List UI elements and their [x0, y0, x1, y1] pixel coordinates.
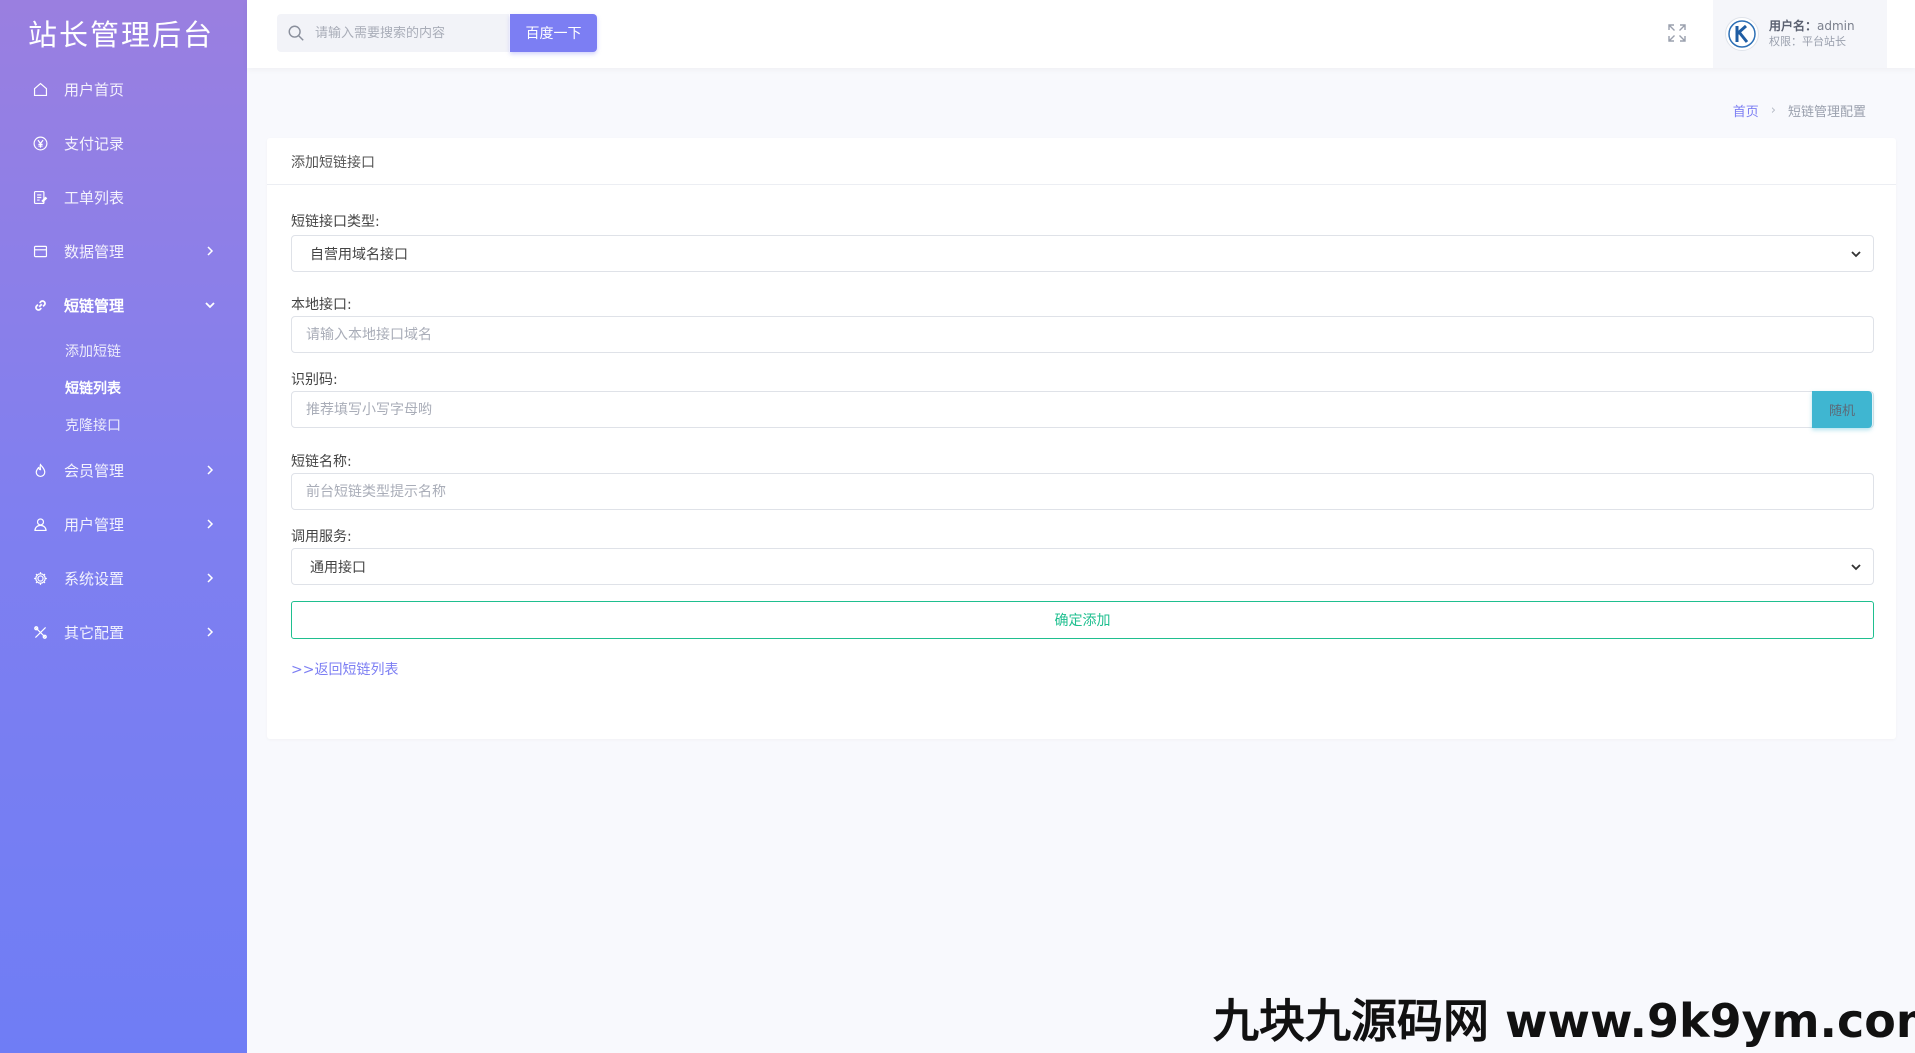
user-info: 用户名：admin 权限：平台站长: [1769, 18, 1855, 50]
tools-icon: [30, 622, 50, 642]
sidebar-item-payments[interactable]: 支付记录: [0, 116, 247, 170]
breadcrumb-separator: ›: [1770, 103, 1776, 118]
code-label: 识别码:: [291, 372, 338, 388]
type-select[interactable]: 自营用域名接口: [291, 235, 1874, 272]
chevron-right-icon: [207, 246, 214, 256]
chevron-right-icon: [207, 519, 214, 529]
sidebar-item-label: 系统设置: [64, 569, 125, 588]
fullscreen-icon[interactable]: [1666, 22, 1688, 44]
user-name-label: 用户名：: [1769, 19, 1818, 33]
user-name-line: 用户名：admin: [1769, 18, 1855, 34]
topbar: 百度一下 用户名：admin 权限：平台站长: [247, 0, 1915, 68]
breadcrumb-current: 短链管理配置: [1787, 105, 1866, 120]
database-icon: [30, 241, 50, 261]
sidebar-item-label: 会员管理: [64, 461, 125, 480]
sidebar-item-label: 用户首页: [64, 80, 125, 99]
sidebar-item-label: 数据管理: [64, 242, 125, 261]
service-select-value: 通用接口: [310, 559, 366, 576]
sidebar-menu: 用户首页 支付记录 工单列表 数据管理 短链管理 添加短链 短链列表 克隆接口 …: [0, 62, 247, 659]
type-select-value: 自营用域名接口: [310, 246, 408, 263]
shortlink-name-label: 短链名称:: [291, 454, 352, 470]
chevron-right-icon: [207, 627, 214, 637]
local-api-label: 本地接口:: [291, 297, 352, 313]
sidebar-item-label: 工单列表: [64, 188, 125, 207]
back-to-list-link[interactable]: >>返回短链列表: [291, 659, 398, 679]
topbar-right-strip: [1888, 0, 1915, 68]
user-icon: [30, 514, 50, 534]
code-input[interactable]: [291, 391, 1874, 428]
shortlink-submenu: 添加短链 短链列表 克隆接口: [0, 332, 247, 443]
submenu-item-shortlink-list[interactable]: 短链列表: [0, 369, 247, 406]
service-label: 调用服务:: [291, 529, 352, 545]
watermark: 九块九源码网 www.9k9ym.com: [1213, 994, 1915, 1048]
sidebar-item-other-config[interactable]: 其它配置: [0, 605, 247, 659]
chevron-right-icon: [207, 465, 214, 475]
sidebar: 站长管理后台 用户首页 支付记录 工单列表 数据管理 短链管理 添加短链 短链列…: [0, 0, 247, 1053]
user-panel[interactable]: 用户名：admin 权限：平台站长: [1713, 0, 1887, 68]
card-title: 添加短链接口: [267, 138, 1896, 185]
chevron-down-icon: [1851, 250, 1861, 257]
random-button[interactable]: 随机: [1812, 391, 1872, 428]
logo-icon: [1728, 20, 1756, 48]
service-select[interactable]: 通用接口: [291, 548, 1874, 585]
card-body: 短链接口类型: 自营用域名接口 本地接口: 识别码: 随机 短链名称: 调用服务…: [267, 185, 1896, 679]
sidebar-item-data[interactable]: 数据管理: [0, 224, 247, 278]
app-title: 站长管理后台: [28, 18, 215, 52]
avatar: [1725, 17, 1759, 51]
sidebar-item-label: 用户管理: [64, 515, 125, 534]
search-box: [277, 14, 509, 52]
code-input-row: 随机: [291, 391, 1874, 428]
search-input[interactable]: [315, 25, 495, 41]
sidebar-item-tickets[interactable]: 工单列表: [0, 170, 247, 224]
ticket-icon: [30, 187, 50, 207]
gear-icon: [30, 568, 50, 588]
shortlink-name-input[interactable]: [291, 473, 1874, 510]
search-icon: [288, 25, 304, 41]
user-permission: 权限：平台站长: [1769, 35, 1846, 48]
sidebar-item-label: 短链管理: [64, 296, 125, 315]
sidebar-item-home[interactable]: 用户首页: [0, 62, 247, 116]
search-button[interactable]: 百度一下: [510, 14, 597, 52]
sidebar-item-members[interactable]: 会员管理: [0, 443, 247, 497]
breadcrumb: 首页 › 短链管理配置: [1733, 101, 1866, 120]
chevron-down-icon: [1851, 563, 1861, 570]
local-api-input[interactable]: [291, 316, 1874, 353]
submenu-item-clone-api[interactable]: 克隆接口: [0, 406, 247, 443]
add-shortlink-card: 添加短链接口 短链接口类型: 自营用域名接口 本地接口: 识别码: 随机 短链名…: [267, 138, 1896, 739]
chevron-right-icon: [207, 573, 214, 583]
sidebar-item-label: 其它配置: [64, 623, 125, 642]
breadcrumb-home[interactable]: 首页: [1733, 101, 1759, 120]
confirm-add-button[interactable]: 确定添加: [291, 601, 1874, 639]
type-label: 短链接口类型:: [291, 214, 380, 230]
sidebar-item-label: 支付记录: [64, 134, 125, 153]
sidebar-item-users[interactable]: 用户管理: [0, 497, 247, 551]
submenu-item-add-shortlink[interactable]: 添加短链: [0, 332, 247, 369]
link-icon: [30, 295, 50, 315]
yen-icon: [30, 133, 50, 153]
sidebar-item-settings[interactable]: 系统设置: [0, 551, 247, 605]
sidebar-item-shortlink[interactable]: 短链管理: [0, 278, 247, 332]
user-name: admin: [1817, 19, 1855, 33]
home-icon: [30, 79, 50, 99]
flame-icon: [30, 460, 50, 480]
chevron-down-icon: [205, 302, 215, 309]
